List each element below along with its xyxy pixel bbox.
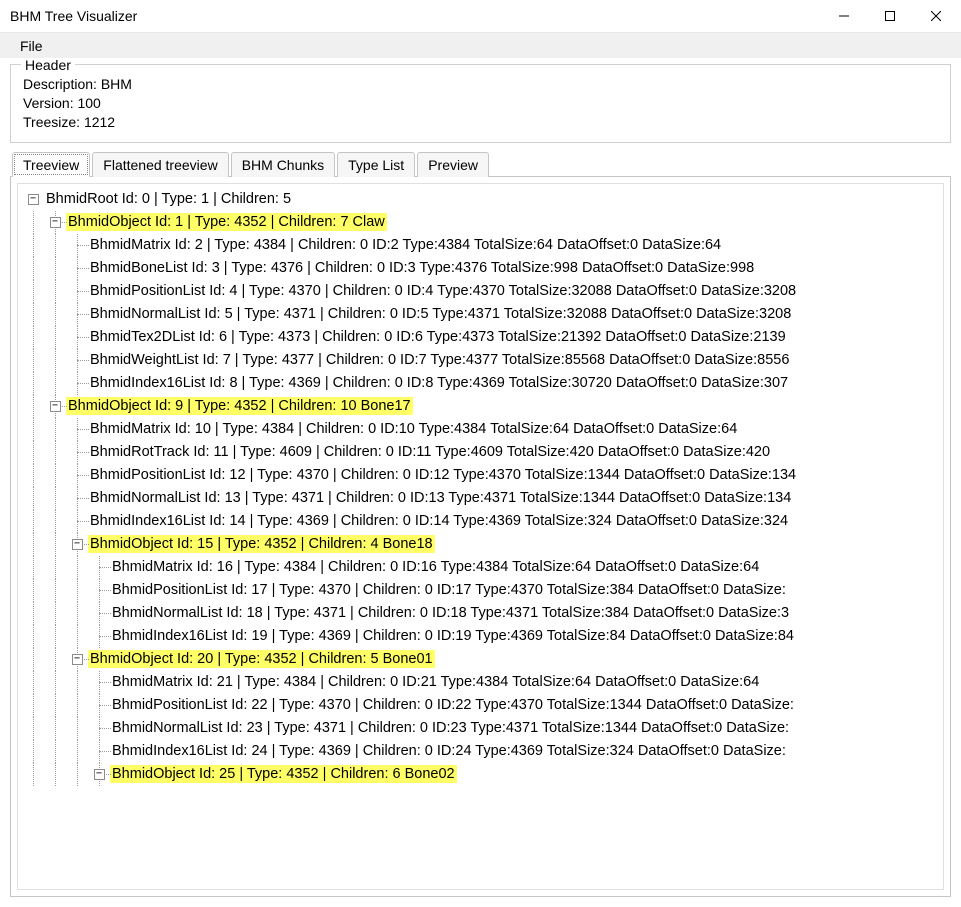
tree-node-leaf[interactable]: BhmidRotTrack Id: 11 | Type: 4609 | Chil…: [88, 443, 772, 461]
maximize-button[interactable]: [867, 0, 913, 32]
tree-row[interactable]: BhmidObject Id: 20 | Type: 4352 | Childr…: [22, 648, 939, 671]
header-version-label: Version:: [23, 95, 74, 111]
expander-icon[interactable]: [50, 217, 61, 228]
expander-icon[interactable]: [72, 539, 83, 550]
maximize-icon: [885, 11, 895, 21]
tree-node-leaf[interactable]: BhmidNormalList Id: 13 | Type: 4371 | Ch…: [88, 489, 793, 507]
tree-node-leaf[interactable]: BhmidMatrix Id: 10 | Type: 4384 | Childr…: [88, 420, 739, 438]
minimize-button[interactable]: [821, 0, 867, 32]
tree-row[interactable]: BhmidBoneList Id: 3 | Type: 4376 | Child…: [22, 257, 939, 280]
tabstrip: Treeview Flattened treeview BHM Chunks T…: [10, 151, 951, 177]
expander-icon[interactable]: [94, 769, 105, 780]
header-treesize-value: 1212: [84, 114, 115, 130]
close-button[interactable]: [913, 0, 959, 32]
tree-node-leaf[interactable]: BhmidNormalList Id: 23 | Type: 4371 | Ch…: [110, 719, 791, 737]
tree: BhmidRoot Id: 0 | Type: 1 | Children: 5 …: [18, 184, 943, 790]
close-icon: [931, 11, 941, 21]
tree-node-leaf[interactable]: BhmidMatrix Id: 2 | Type: 4384 | Childre…: [88, 236, 723, 254]
tree-row[interactable]: BhmidNormalList Id: 18 | Type: 4371 | Ch…: [22, 602, 939, 625]
tree-node-leaf[interactable]: BhmidPositionList Id: 12 | Type: 4370 | …: [88, 466, 798, 484]
minimize-icon: [839, 11, 849, 21]
header-version-value: 100: [77, 95, 100, 111]
header-description-label: Description:: [23, 76, 97, 92]
tree-row[interactable]: BhmidPositionList Id: 22 | Type: 4370 | …: [22, 694, 939, 717]
tree-node-object[interactable]: BhmidObject Id: 15 | Type: 4352 | Childr…: [88, 535, 435, 553]
tree-row[interactable]: BhmidObject Id: 15 | Type: 4352 | Childr…: [22, 533, 939, 556]
tree-row[interactable]: BhmidMatrix Id: 10 | Type: 4384 | Childr…: [22, 418, 939, 441]
header-description-value: BHM: [101, 76, 132, 92]
tab-typelist[interactable]: Type List: [337, 152, 415, 177]
tree-row[interactable]: BhmidMatrix Id: 21 | Type: 4384 | Childr…: [22, 671, 939, 694]
header-version: Version: 100: [23, 94, 938, 113]
expander-icon[interactable]: [28, 194, 39, 205]
tree-node-object[interactable]: BhmidObject Id: 25 | Type: 4352 | Childr…: [110, 765, 457, 783]
tab-preview[interactable]: Preview: [417, 152, 489, 177]
tree-node-leaf[interactable]: BhmidIndex16List Id: 8 | Type: 4369 | Ch…: [88, 374, 790, 392]
tree-row[interactable]: BhmidTex2DList Id: 6 | Type: 4373 | Chil…: [22, 326, 939, 349]
tree-row[interactable]: BhmidRoot Id: 0 | Type: 1 | Children: 5: [22, 188, 939, 211]
tree-row[interactable]: BhmidPositionList Id: 4 | Type: 4370 | C…: [22, 280, 939, 303]
header-treesize-label: Treesize:: [23, 114, 80, 130]
tree-node-leaf[interactable]: BhmidIndex16List Id: 24 | Type: 4369 | C…: [110, 742, 788, 760]
tabpanel-treeview: BhmidRoot Id: 0 | Type: 1 | Children: 5 …: [10, 177, 951, 897]
tree-row[interactable]: BhmidPositionList Id: 12 | Type: 4370 | …: [22, 464, 939, 487]
tree-node-leaf[interactable]: BhmidWeightList Id: 7 | Type: 4377 | Chi…: [88, 351, 791, 369]
tree-row[interactable]: BhmidIndex16List Id: 14 | Type: 4369 | C…: [22, 510, 939, 533]
tab-flattened[interactable]: Flattened treeview: [92, 152, 228, 177]
tree-row[interactable]: BhmidNormalList Id: 23 | Type: 4371 | Ch…: [22, 717, 939, 740]
window-title: BHM Tree Visualizer: [10, 8, 821, 24]
expander-icon[interactable]: [72, 654, 83, 665]
menubar: File: [0, 32, 961, 58]
expander-icon[interactable]: [50, 401, 61, 412]
tree-node-leaf[interactable]: BhmidBoneList Id: 3 | Type: 4376 | Child…: [88, 259, 756, 277]
tree-row[interactable]: BhmidObject Id: 9 | Type: 4352 | Childre…: [22, 395, 939, 418]
tree-row[interactable]: BhmidNormalList Id: 13 | Type: 4371 | Ch…: [22, 487, 939, 510]
header-title: Header: [21, 58, 75, 75]
tree-node-leaf[interactable]: BhmidMatrix Id: 16 | Type: 4384 | Childr…: [110, 558, 761, 576]
tree-row[interactable]: BhmidWeightList Id: 7 | Type: 4377 | Chi…: [22, 349, 939, 372]
tree-row[interactable]: BhmidMatrix Id: 16 | Type: 4384 | Childr…: [22, 556, 939, 579]
tree-row[interactable]: BhmidMatrix Id: 2 | Type: 4384 | Childre…: [22, 234, 939, 257]
tree-node-object[interactable]: BhmidObject Id: 9 | Type: 4352 | Childre…: [66, 397, 413, 415]
menu-file[interactable]: File: [14, 36, 49, 56]
tree-scroll[interactable]: BhmidRoot Id: 0 | Type: 1 | Children: 5 …: [17, 183, 944, 890]
tree-row[interactable]: BhmidIndex16List Id: 24 | Type: 4369 | C…: [22, 740, 939, 763]
header-groupbox: Header Description: BHM Version: 100 Tre…: [10, 64, 951, 143]
tree-node-leaf[interactable]: BhmidNormalList Id: 5 | Type: 4371 | Chi…: [88, 305, 793, 323]
tree-node-object[interactable]: BhmidObject Id: 1 | Type: 4352 | Childre…: [66, 213, 387, 231]
tree-node-leaf[interactable]: BhmidMatrix Id: 21 | Type: 4384 | Childr…: [110, 673, 761, 691]
tree-node-root[interactable]: BhmidRoot Id: 0 | Type: 1 | Children: 5: [44, 190, 293, 208]
tree-node-leaf[interactable]: BhmidIndex16List Id: 14 | Type: 4369 | C…: [88, 512, 790, 530]
header-description: Description: BHM: [23, 75, 938, 94]
tree-row[interactable]: BhmidRotTrack Id: 11 | Type: 4609 | Chil…: [22, 441, 939, 464]
tree-row[interactable]: BhmidIndex16List Id: 19 | Type: 4369 | C…: [22, 625, 939, 648]
titlebar: BHM Tree Visualizer: [0, 0, 961, 32]
tree-row[interactable]: BhmidPositionList Id: 17 | Type: 4370 | …: [22, 579, 939, 602]
header-treesize: Treesize: 1212: [23, 113, 938, 132]
tree-node-leaf[interactable]: BhmidTex2DList Id: 6 | Type: 4373 | Chil…: [88, 328, 788, 346]
tree-node-leaf[interactable]: BhmidIndex16List Id: 19 | Type: 4369 | C…: [110, 627, 796, 645]
tree-row[interactable]: BhmidNormalList Id: 5 | Type: 4371 | Chi…: [22, 303, 939, 326]
tree-row[interactable]: BhmidObject Id: 1 | Type: 4352 | Childre…: [22, 211, 939, 234]
tree-row[interactable]: BhmidObject Id: 25 | Type: 4352 | Childr…: [22, 763, 939, 786]
tab-chunks[interactable]: BHM Chunks: [231, 152, 335, 177]
tab-treeview[interactable]: Treeview: [12, 152, 90, 177]
tree-node-leaf[interactable]: BhmidNormalList Id: 18 | Type: 4371 | Ch…: [110, 604, 791, 622]
tree-node-leaf[interactable]: BhmidPositionList Id: 17 | Type: 4370 | …: [110, 581, 788, 599]
tree-node-leaf[interactable]: BhmidPositionList Id: 22 | Type: 4370 | …: [110, 696, 796, 714]
tree-node-object[interactable]: BhmidObject Id: 20 | Type: 4352 | Childr…: [88, 650, 435, 668]
tree-node-leaf[interactable]: BhmidPositionList Id: 4 | Type: 4370 | C…: [88, 282, 798, 300]
tree-row[interactable]: BhmidIndex16List Id: 8 | Type: 4369 | Ch…: [22, 372, 939, 395]
